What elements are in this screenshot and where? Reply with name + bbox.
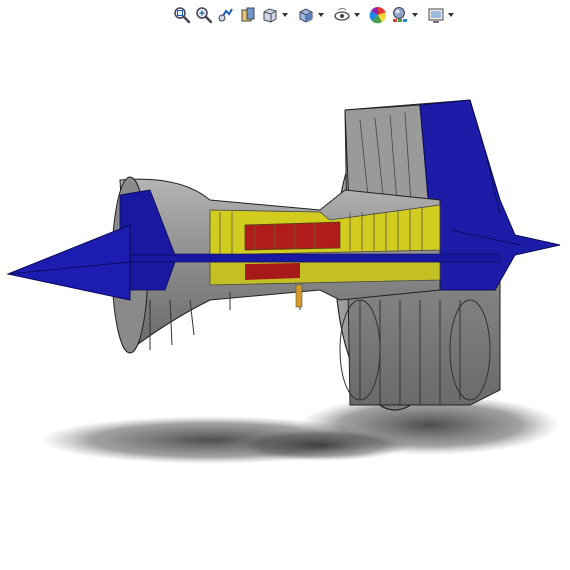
section-view-icon: [241, 7, 255, 22]
section-view-button[interactable]: [238, 5, 258, 25]
previous-view-button[interactable]: [216, 5, 236, 25]
fan-casing: [334, 99, 561, 411]
view-settings-icon: [428, 8, 444, 23]
view-settings-dropdown[interactable]: [448, 5, 454, 25]
edit-appearance-button[interactable]: [368, 5, 388, 25]
display-style-dropdown[interactable]: [318, 5, 324, 25]
zoom-to-area-icon: [196, 7, 213, 24]
chevron-down-icon: [412, 13, 418, 17]
hide-show-items-dropdown[interactable]: [354, 5, 360, 25]
chevron-down-icon: [282, 13, 288, 17]
edit-appearance-icon: [369, 6, 387, 24]
chevron-down-icon: [354, 13, 360, 17]
zoom-to-fit-button[interactable]: [172, 5, 192, 25]
fuel-line-detail: [295, 284, 303, 308]
view-orientation-icon: [263, 8, 277, 23]
engine-model-view: [6, 99, 561, 464]
view-orientation-dropdown[interactable]: [282, 5, 288, 25]
heads-up-view-toolbar: [172, 3, 454, 27]
zoom-to-fit-icon: [174, 7, 191, 24]
display-style-button[interactable]: [296, 5, 316, 25]
zoom-to-area-button[interactable]: [194, 5, 214, 25]
previous-view-icon: [218, 8, 233, 22]
apply-scene-dropdown[interactable]: [412, 5, 418, 25]
chevron-down-icon: [318, 13, 324, 17]
apply-scene-button[interactable]: [390, 5, 410, 25]
graphics-area[interactable]: [0, 0, 570, 570]
chevron-down-icon: [448, 13, 454, 17]
ground-shadow: [40, 395, 560, 464]
nose-cone: [6, 224, 131, 301]
hide-show-items-button[interactable]: [332, 5, 352, 25]
engine-core: [111, 176, 501, 354]
display-style-icon: [299, 8, 313, 23]
view-settings-button[interactable]: [426, 5, 446, 25]
apply-scene-icon: [393, 7, 407, 22]
hide-show-items-icon: [334, 8, 350, 21]
view-orientation-button[interactable]: [260, 5, 280, 25]
